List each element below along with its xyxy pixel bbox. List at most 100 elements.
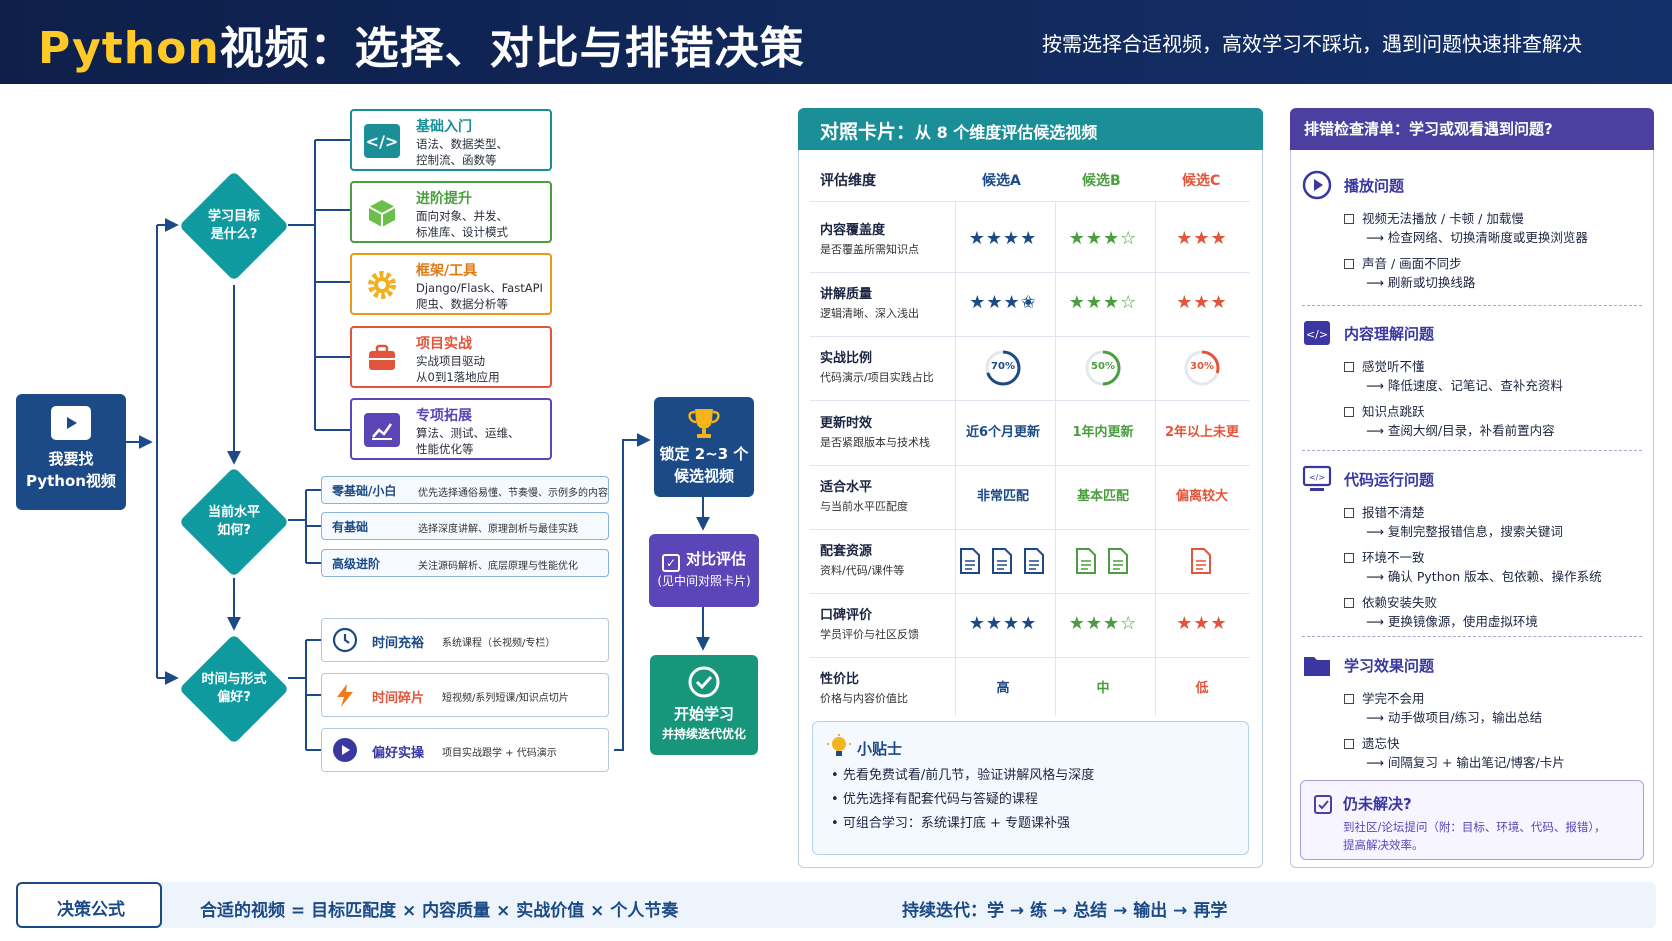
checklist-solution: ⟶ 降低速度、记笔记、查补充资料 — [1366, 378, 1563, 393]
goal-desc: 控制流、函数等 — [416, 153, 497, 167]
play-icon — [332, 737, 358, 763]
star-rating: ★★★ — [1176, 228, 1228, 249]
lightning-icon — [332, 682, 358, 708]
checklist-title: 排错检查清单： — [1304, 120, 1410, 138]
comparison-title-sub: 从 8 个维度评估候选视频 — [915, 123, 1098, 142]
row-divider — [810, 529, 1250, 530]
level-intermediate: 有基础 选择深度讲解、原理剖析与最佳实践 — [321, 512, 609, 540]
checkbox[interactable] — [1344, 508, 1354, 518]
checklist-item: 遗忘快 — [1344, 733, 1400, 752]
time-desc: 项目实战跟学 + 代码演示 — [442, 748, 557, 759]
comparison-title: 对照卡片： — [820, 121, 916, 143]
checklist-solution: ⟶ 刷新或切换线路 — [1366, 275, 1476, 290]
checklist-solution: ⟶ 间隔复习 + 输出笔记/博客/卡片 — [1366, 755, 1565, 770]
decision-level-line1: 当前水平 — [207, 505, 260, 520]
time-plenty: 时间充裕 系统课程（长视频/专栏） — [321, 618, 609, 662]
checklist-item: 声音 / 画面不同步 — [1344, 253, 1462, 272]
compare-sub: (见中间对照卡片) — [657, 574, 751, 588]
tips-item: • 优先选择有配套代码与答疑的课程 — [831, 792, 1038, 807]
document-icon — [1023, 547, 1045, 579]
progress-label: 70% — [991, 361, 1015, 372]
time-title: 偏好实操 — [372, 746, 425, 761]
goal-desc: 语法、数据类型、 — [416, 137, 508, 151]
checklist-item: 报错不清楚 — [1344, 502, 1425, 521]
decision-formula: 合适的视频 = 目标匹配度 × 内容质量 × 实战价值 × 个人节奏 — [200, 901, 679, 921]
checklist-header: 排错检查清单：学习或观看遇到问题? — [1290, 108, 1654, 150]
tips-item: • 先看免费试看/前几节，验证讲解风格与深度 — [831, 768, 1095, 783]
cell-value: 偏离较大 — [1175, 489, 1228, 504]
goal-desc: 爬虫、数据分析等 — [416, 297, 508, 311]
dimension-desc: 代码演示/项目实践占比 — [820, 371, 934, 384]
unresolved-box: 仍未解决? 到社区/论坛提问（附：目标、环境、代码、报错）， 提高解决效率。 — [1300, 780, 1644, 860]
footer-label: 决策公式 — [57, 900, 125, 920]
checkbox[interactable] — [1344, 214, 1354, 224]
progress-label: 30% — [1190, 361, 1214, 372]
level-desc: 选择深度讲解、原理剖析与最佳实践 — [418, 524, 578, 535]
time-desc: 短视频/系列短课/知识点切片 — [442, 693, 569, 704]
column-divider — [955, 201, 956, 716]
code-icon: </> — [1302, 318, 1332, 348]
compare-title-text: 对比评估 — [685, 550, 746, 568]
dimension-title: 配套资源 — [820, 544, 873, 559]
decision-goal: 学习目标 是什么? — [178, 170, 290, 282]
checkbox[interactable] — [1344, 694, 1354, 704]
checklist-section-title: 内容理解问题 — [1344, 325, 1435, 343]
level-title: 高级进阶 — [332, 557, 381, 571]
begin-line1: 开始学习 — [673, 705, 734, 723]
row-divider — [810, 593, 1250, 594]
checklist-item: 感觉听不懂 — [1344, 356, 1425, 375]
checklist-solution: ⟶ 查阅大纲/目录，补看前置内容 — [1366, 423, 1555, 438]
candidate-b-header: 候选B — [1082, 173, 1121, 189]
begin-line2: 并持续迭代优化 — [661, 727, 746, 741]
checklist-solution: ⟶ 检查网络、切换清晰度或更换浏览器 — [1366, 230, 1588, 245]
play-circle-icon — [1302, 170, 1332, 200]
dimension-desc: 与当前水平匹配度 — [820, 500, 908, 513]
document-icon — [1075, 547, 1097, 579]
checkbox[interactable] — [1344, 739, 1354, 749]
footer-label-box: 决策公式 — [16, 882, 162, 928]
checklist-item: 视频无法播放 / 卡顿 / 加载慢 — [1344, 208, 1524, 227]
level-title: 有基础 — [332, 520, 369, 534]
row-divider — [810, 201, 1250, 202]
start-box: 我要找 Python视频 — [16, 394, 126, 510]
star-rating: ★★★ — [1176, 292, 1228, 313]
compare-box: ✓ 对比评估 (见中间对照卡片) — [649, 534, 759, 607]
document-icon — [1190, 547, 1212, 579]
lock-line2: 候选视频 — [673, 467, 734, 485]
section-divider — [1302, 305, 1642, 306]
decision-level: 当前水平如何? — [178, 466, 290, 578]
svg-text:</>: </> — [1309, 473, 1325, 482]
document-icon — [959, 547, 981, 579]
candidate-c-header: 候选C — [1182, 173, 1221, 189]
checklist-item: 环境不一致 — [1344, 547, 1425, 566]
clock-icon — [332, 627, 358, 653]
cube-icon — [364, 196, 400, 230]
checklist-solution: ⟶ 确认 Python 版本、包依赖、操作系统 — [1366, 569, 1602, 584]
checklist-item: 学完不会用 — [1344, 688, 1425, 707]
column-divider — [1155, 201, 1156, 716]
decision-level-line2: 如何? — [217, 523, 251, 538]
checkbox[interactable] — [1344, 553, 1354, 563]
dimension-title: 适合水平 — [820, 480, 873, 495]
dimension-title: 讲解质量 — [820, 287, 873, 302]
unresolved-line1: 到社区/论坛提问（附：目标、环境、代码、报错）， — [1343, 820, 1606, 834]
checkbox[interactable] — [1344, 598, 1354, 608]
time-desc: 系统课程（长视频/专栏） — [442, 638, 556, 649]
compare-title: ✓ 对比评估 — [649, 548, 759, 572]
decision-goal-line2: 是什么? — [210, 227, 258, 242]
folder-icon — [1302, 650, 1332, 680]
checkbox[interactable] — [1344, 259, 1354, 269]
checklist-section-title: 代码运行问题 — [1344, 471, 1435, 489]
comparison-header: 对照卡片：从 8 个维度评估候选视频 — [798, 108, 1263, 150]
goal-card-framework: 框架/工具 Django/Flask、FastAPI 爬虫、数据分析等 — [350, 253, 552, 315]
goal-desc: 实战项目驱动 — [416, 354, 485, 368]
checkbox[interactable] — [1344, 362, 1354, 372]
checkbox[interactable] — [1344, 407, 1354, 417]
time-title: 时间充裕 — [372, 636, 425, 651]
cell-value: 2年以上未更 — [1164, 425, 1240, 440]
checklist-item: 知识点跳跃 — [1344, 401, 1425, 420]
decision-time-line1: 时间与形式 — [201, 672, 267, 687]
dimension-title: 内容覆盖度 — [820, 223, 886, 238]
goal-card-project: 项目实战 实战项目驱动 从0到1落地应用 — [350, 326, 552, 388]
dimension-desc: 学员评价与社区反馈 — [820, 628, 919, 641]
